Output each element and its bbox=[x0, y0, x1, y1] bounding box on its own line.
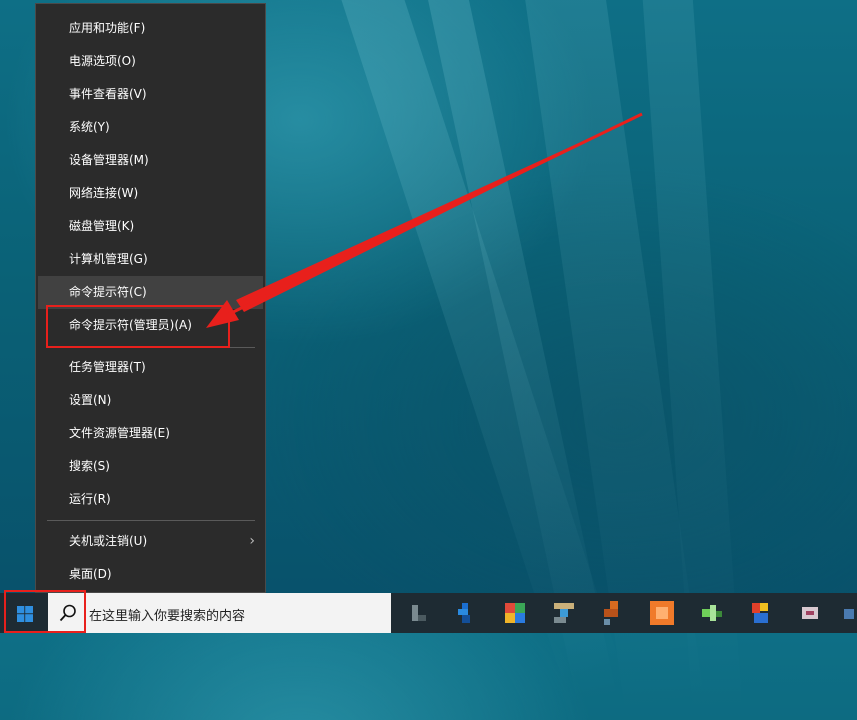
app-icon-4[interactable] bbox=[550, 599, 578, 627]
menu-item-device-manager[interactable]: 设备管理器(M) bbox=[38, 144, 263, 177]
menu-item-desktop[interactable]: 桌面(D) bbox=[38, 558, 263, 591]
chevron-right-icon: › bbox=[249, 533, 255, 549]
menu-item-apps-features[interactable]: 应用和功能(F) bbox=[38, 12, 263, 45]
annotation-highlight-box bbox=[4, 590, 86, 633]
menu-item-disk-management[interactable]: 磁盘管理(K) bbox=[38, 210, 263, 243]
app-icon-9[interactable] bbox=[796, 599, 824, 627]
app-icon-3[interactable] bbox=[501, 599, 529, 627]
menu-item-file-explorer[interactable]: 文件资源管理器(E) bbox=[38, 417, 263, 450]
app-icon-2[interactable] bbox=[452, 599, 480, 627]
taskbar: 在这里输入你要搜索的内容 bbox=[0, 593, 857, 633]
winx-context-menu: 应用和功能(F) 电源选项(O) 事件查看器(V) 系统(Y) 设备管理器(M)… bbox=[35, 3, 266, 593]
menu-item-task-manager[interactable]: 任务管理器(T) bbox=[38, 351, 263, 384]
taskbar-search-box[interactable]: 在这里输入你要搜索的内容 bbox=[48, 593, 391, 633]
menu-item-label: 关机或注销(U) bbox=[69, 534, 148, 548]
app-icon-6[interactable] bbox=[648, 599, 676, 627]
menu-item-settings[interactable]: 设置(N) bbox=[38, 384, 263, 417]
search-placeholder: 在这里输入你要搜索的内容 bbox=[89, 609, 246, 624]
menu-item-computer-management[interactable]: 计算机管理(G) bbox=[38, 243, 263, 276]
menu-item-run[interactable]: 运行(R) bbox=[38, 483, 263, 516]
menu-item-event-viewer[interactable]: 事件查看器(V) bbox=[38, 78, 263, 111]
menu-item-power-options[interactable]: 电源选项(O) bbox=[38, 45, 263, 78]
app-icon-5[interactable] bbox=[600, 599, 628, 627]
app-icon-1[interactable] bbox=[404, 599, 432, 627]
menu-divider bbox=[47, 520, 255, 521]
app-icon-8[interactable] bbox=[748, 599, 776, 627]
app-icon-10[interactable] bbox=[840, 599, 857, 627]
menu-item-search[interactable]: 搜索(S) bbox=[38, 450, 263, 483]
app-icon-7[interactable] bbox=[698, 599, 726, 627]
menu-item-system[interactable]: 系统(Y) bbox=[38, 111, 263, 144]
annotation-highlight-box bbox=[46, 305, 230, 348]
menu-item-shutdown-signout[interactable]: 关机或注销(U) › bbox=[38, 525, 263, 558]
menu-item-network-connections[interactable]: 网络连接(W) bbox=[38, 177, 263, 210]
